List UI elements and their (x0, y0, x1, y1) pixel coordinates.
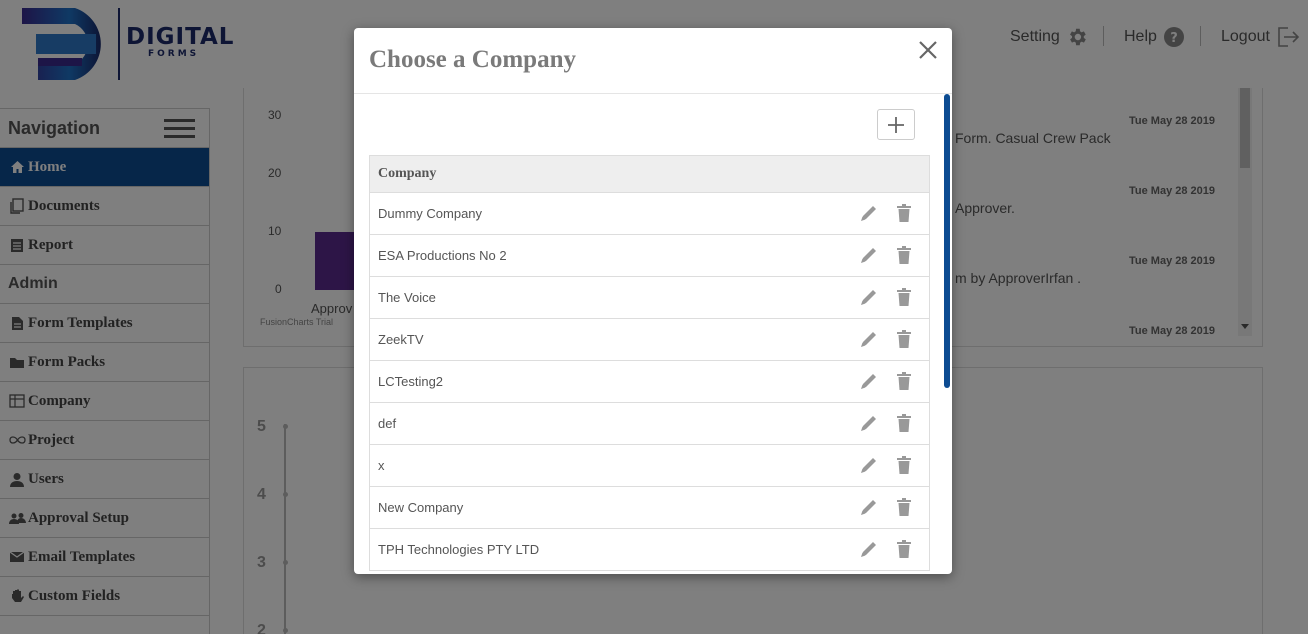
company-name: def (378, 416, 397, 431)
page: DIGITAL FORMS Setting Help ? Logout Navi… (0, 0, 1308, 634)
delete-trash-icon[interactable] (894, 497, 914, 517)
company-row[interactable]: ESA Productions No 2 (370, 235, 929, 277)
company-name: LCTesting2 (378, 374, 444, 389)
company-row[interactable]: ZeekTV (370, 319, 929, 361)
modal-header: Choose a Company (354, 28, 952, 94)
company-row[interactable]: def (370, 403, 929, 445)
modal-scrollbar[interactable] (944, 94, 950, 388)
company-row[interactable]: LCTesting2 (370, 361, 929, 403)
edit-pencil-icon[interactable] (859, 203, 879, 223)
choose-company-modal: Choose a Company Company Dummy Company ES… (354, 28, 952, 574)
company-row[interactable]: The Voice (370, 277, 929, 319)
edit-pencil-icon[interactable] (859, 539, 879, 559)
delete-trash-icon[interactable] (894, 371, 914, 391)
column-header-company: Company (378, 166, 437, 181)
company-row[interactable]: TPH Technologies PTY LTD (370, 529, 929, 571)
table-header: Company (370, 156, 929, 193)
row-actions (859, 329, 914, 349)
company-row[interactable]: Dummy Company (370, 193, 929, 235)
row-actions (859, 413, 914, 433)
row-actions (859, 245, 914, 265)
row-actions (859, 539, 914, 559)
edit-pencil-icon[interactable] (859, 413, 879, 433)
delete-trash-icon[interactable] (894, 455, 914, 475)
company-name: The Voice (378, 290, 436, 305)
modal-body: Company Dummy Company ESA Productions No … (354, 94, 952, 574)
edit-pencil-icon[interactable] (859, 245, 879, 265)
row-actions (859, 287, 914, 307)
company-row[interactable]: x (370, 445, 929, 487)
row-actions (859, 203, 914, 223)
edit-pencil-icon[interactable] (859, 455, 879, 475)
delete-trash-icon[interactable] (894, 287, 914, 307)
company-row[interactable]: New Company (370, 487, 929, 529)
edit-pencil-icon[interactable] (859, 371, 879, 391)
delete-trash-icon[interactable] (894, 539, 914, 559)
edit-pencil-icon[interactable] (859, 329, 879, 349)
delete-trash-icon[interactable] (894, 413, 914, 433)
delete-trash-icon[interactable] (894, 203, 914, 223)
add-company-button[interactable] (877, 109, 915, 140)
close-icon (919, 41, 937, 59)
row-actions (859, 497, 914, 517)
delete-trash-icon[interactable] (894, 329, 914, 349)
row-actions (859, 371, 914, 391)
edit-pencil-icon[interactable] (859, 287, 879, 307)
company-name: ESA Productions No 2 (378, 248, 507, 263)
plus-icon (888, 116, 904, 133)
company-name: TPH Technologies PTY LTD (378, 542, 540, 557)
delete-trash-icon[interactable] (894, 245, 914, 265)
company-table: Company Dummy Company ESA Productions No … (369, 155, 930, 571)
company-name: New Company (378, 500, 464, 515)
company-name: Dummy Company (378, 206, 483, 221)
row-actions (859, 455, 914, 475)
edit-pencil-icon[interactable] (859, 497, 879, 517)
company-name: x (378, 458, 385, 473)
modal-title: Choose a Company (369, 46, 576, 73)
close-button[interactable] (916, 38, 940, 62)
company-name: ZeekTV (378, 332, 424, 347)
